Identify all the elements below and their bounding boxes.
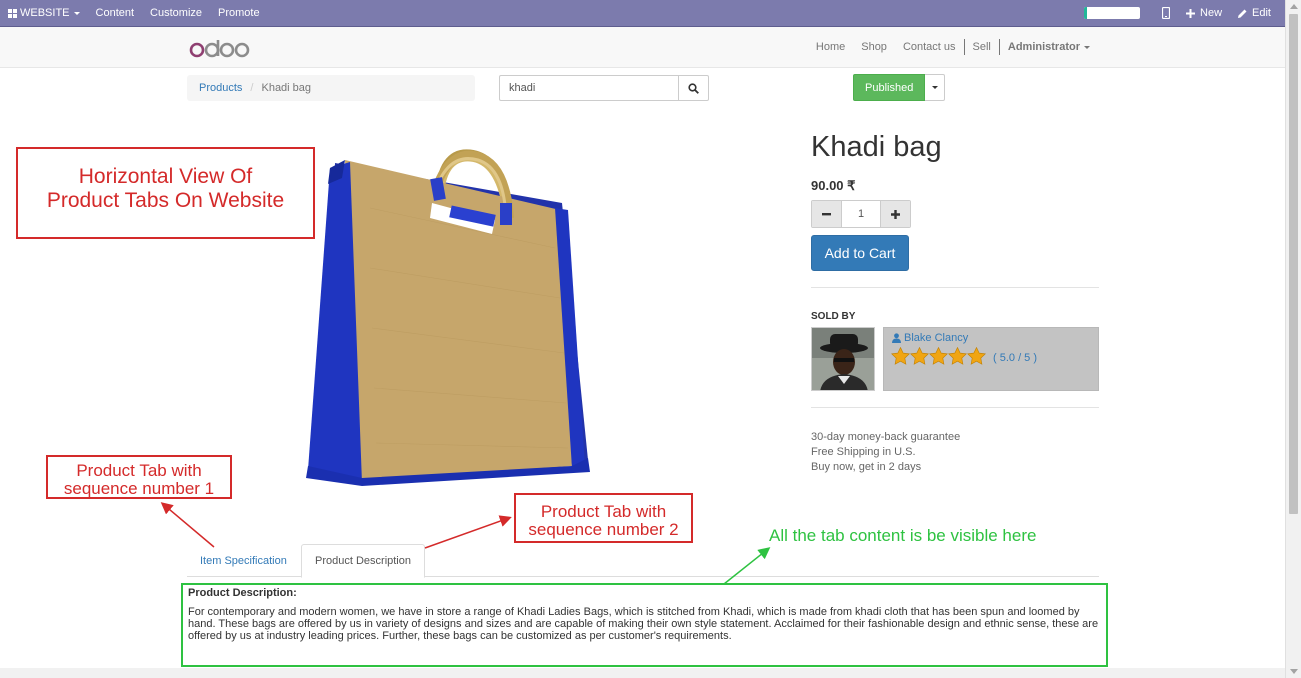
caret-down-icon	[1084, 45, 1090, 49]
promote-menu[interactable]: Promote	[210, 0, 268, 26]
seller-link[interactable]: Blake Clancy	[892, 332, 968, 344]
star-icon	[929, 346, 948, 368]
content-menu[interactable]: Content	[88, 0, 143, 26]
tab-content-panel: Product Description: For contemporary an…	[181, 583, 1108, 667]
user-menu[interactable]: Administrator	[1000, 41, 1098, 53]
breadcrumb-separator: /	[250, 82, 254, 94]
scrollbar-thumb[interactable]	[1289, 14, 1298, 514]
tab-content-title: Product Description:	[188, 587, 297, 599]
search-icon	[688, 82, 699, 94]
tab-product-description[interactable]: Product Description	[301, 544, 425, 578]
increase-quantity-button[interactable]	[881, 201, 910, 227]
arrow-tab1	[160, 502, 215, 548]
tab-item-specification[interactable]: Item Specification	[187, 544, 300, 577]
user-menu-label: Administrator	[1007, 41, 1080, 53]
publish-toggle: Published	[853, 74, 946, 101]
star-icon	[948, 346, 967, 368]
caret-down-icon	[931, 86, 938, 89]
decrease-quantity-button[interactable]	[812, 201, 841, 227]
user-icon	[892, 333, 901, 343]
nav-home[interactable]: Home	[808, 41, 853, 53]
plus-icon	[891, 209, 900, 219]
annotation-line: Product Tab with	[76, 461, 202, 480]
scroll-up-icon[interactable]	[1290, 4, 1298, 9]
seller-photo	[812, 328, 874, 390]
sold-by-label: SOLD BY	[811, 311, 856, 322]
minus-icon	[822, 212, 831, 215]
main-navbar: Home Shop Contact us Sell Administrator	[0, 27, 1285, 68]
odoo-logo[interactable]	[189, 37, 251, 64]
odoo-logo-image	[189, 40, 250, 58]
annotation-horizontal-view: Horizontal View Of Product Tabs On Websi…	[16, 147, 315, 239]
grid-icon	[8, 8, 17, 18]
edit-button-label: Edit	[1252, 7, 1271, 19]
divider	[811, 407, 1099, 408]
annotation-tab-seq2: Product Tab with sequence number 2	[514, 493, 693, 543]
annotation-tab-seq1: Product Tab with sequence number 1	[46, 455, 232, 499]
horizontal-scrollbar[interactable]	[0, 668, 1285, 678]
progress-fill	[1084, 7, 1087, 19]
publish-dropdown[interactable]	[925, 74, 946, 101]
breadcrumb-products[interactable]: Products	[199, 82, 242, 94]
search-bar	[499, 75, 709, 101]
published-button[interactable]: Published	[853, 74, 926, 101]
add-to-cart-button[interactable]: Add to Cart	[811, 235, 909, 271]
info-line: 30-day money-back guarantee	[811, 431, 961, 443]
tab-content-body: For contemporary and modern women, we ha…	[188, 606, 1099, 642]
customize-menu[interactable]: Customize	[142, 0, 210, 26]
edit-button[interactable]: Edit	[1230, 0, 1285, 26]
mobile-preview-button[interactable]	[1154, 0, 1178, 26]
nav-contact[interactable]: Contact us	[895, 41, 964, 53]
website-menu[interactable]: WEBSITE	[0, 0, 88, 26]
info-line: Free Shipping in U.S.	[811, 446, 916, 458]
annotation-line: Product Tab with	[540, 502, 667, 521]
seller-avatar[interactable]	[811, 327, 875, 391]
breadcrumb-current: Khadi bag	[261, 82, 312, 94]
vertical-scrollbar[interactable]	[1285, 0, 1301, 678]
scroll-down-icon[interactable]	[1290, 669, 1298, 674]
annotation-content-note: All the tab content is be visible here	[769, 526, 1037, 545]
caret-down-icon	[73, 11, 80, 15]
product-title: Khadi bag	[811, 131, 942, 163]
star-icon	[910, 346, 929, 368]
product-tabs: Item Specification Product Description	[187, 544, 1099, 578]
star-icon	[967, 346, 986, 368]
admin-topbar: WEBSITE Content Customize Promote New Ed…	[0, 0, 1285, 27]
seller-name-label: Blake Clancy	[904, 332, 969, 344]
search-button[interactable]	[678, 75, 709, 101]
new-button-label: New	[1200, 7, 1223, 19]
annotation-line: sequence number 2	[528, 520, 679, 539]
quantity-input[interactable]	[841, 201, 881, 227]
website-menu-label: WEBSITE	[20, 7, 70, 19]
star-icon	[891, 346, 910, 368]
progress-bar	[1084, 7, 1141, 19]
plus-icon	[1186, 8, 1196, 18]
info-line: Buy now, get in 2 days	[811, 461, 922, 473]
product-info: 30-day money-back guarantee Free Shippin…	[811, 430, 960, 475]
nav-sell[interactable]: Sell	[965, 41, 999, 53]
new-button[interactable]: New	[1178, 0, 1230, 26]
nav-links: Home Shop Contact us Sell Administrator	[808, 27, 1098, 67]
seller-card: Blake Clancy ( 5.0 / 5 )	[883, 327, 1099, 391]
annotation-line: Horizontal View Of	[78, 165, 253, 188]
seller-rating: ( 5.0 / 5 )	[891, 346, 1037, 368]
mobile-icon	[1162, 7, 1171, 19]
pencil-icon	[1238, 9, 1247, 18]
product-image	[306, 149, 590, 486]
annotation-line: Product Tabs On Website	[46, 189, 285, 212]
breadcrumb: Products / Khadi bag	[187, 75, 475, 101]
annotation-line: sequence number 1	[63, 479, 215, 498]
product-price: 90.00 ₹	[811, 178, 856, 193]
quantity-stepper	[811, 200, 911, 228]
divider	[811, 287, 1099, 288]
rating-text[interactable]: ( 5.0 / 5 )	[993, 352, 1037, 364]
nav-shop[interactable]: Shop	[853, 41, 895, 53]
search-input[interactable]	[499, 75, 678, 101]
